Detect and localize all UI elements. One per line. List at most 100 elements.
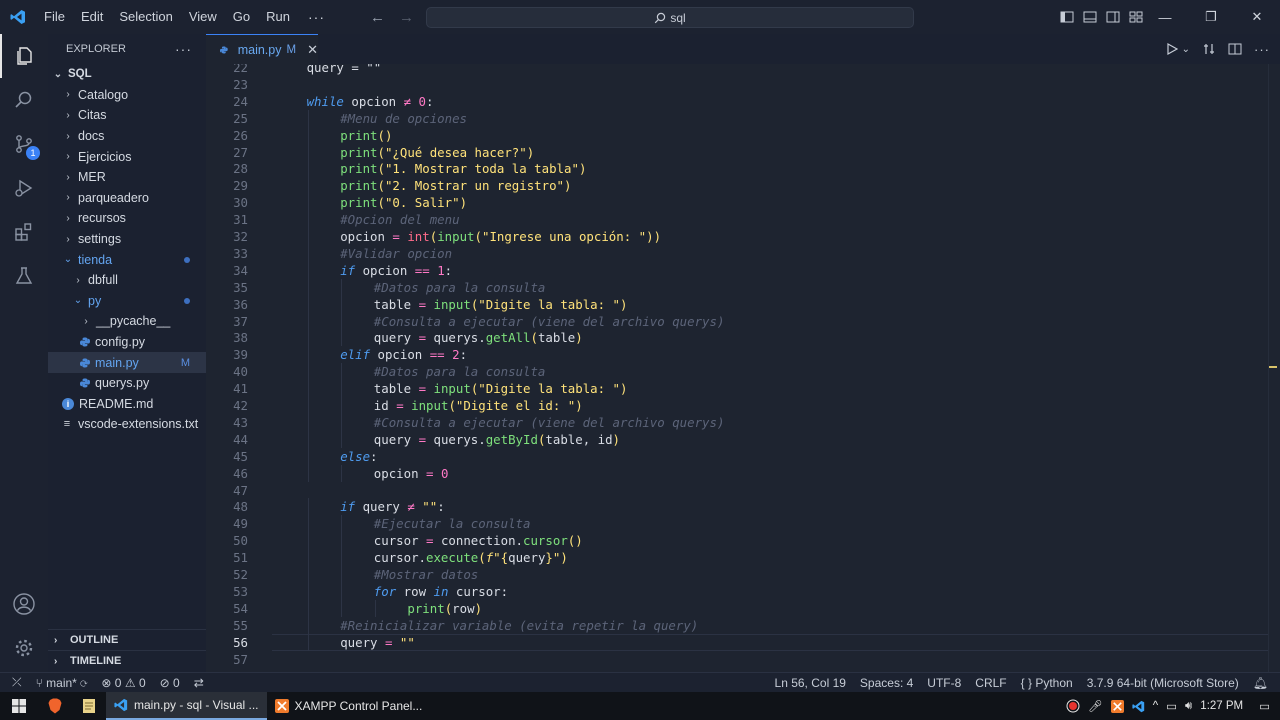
tree-item-settings[interactable]: › settings: [48, 229, 206, 250]
line-number[interactable]: 39: [206, 346, 248, 363]
line-number[interactable]: 35: [206, 279, 248, 296]
settings-gear-icon[interactable]: [0, 626, 48, 670]
line-number[interactable]: 24: [206, 93, 248, 110]
line-number[interactable]: 55: [206, 617, 248, 634]
line-number[interactable]: 30: [206, 194, 248, 211]
menu-selection[interactable]: Selection: [111, 0, 180, 34]
tab-main-py[interactable]: main.py M ✕: [206, 34, 318, 64]
search-icon[interactable]: [0, 78, 48, 122]
tree-item-config-py[interactable]: config.py: [48, 332, 206, 353]
tree-item-py[interactable]: ⌄ py: [48, 291, 206, 312]
clock[interactable]: 1:27 PM: [1200, 700, 1243, 712]
code-line[interactable]: 50 cursor = connection.cursor(): [206, 532, 1268, 550]
indentation[interactable]: Spaces: 4: [853, 676, 920, 690]
code-line[interactable]: 47: [206, 482, 1268, 499]
tree-item-querys-py[interactable]: querys.py: [48, 373, 206, 394]
line-number[interactable]: 50: [206, 532, 248, 549]
line-number[interactable]: 57: [206, 651, 248, 668]
tree-item-docs[interactable]: › docs: [48, 126, 206, 147]
remote-indicator-icon[interactable]: ⤫: [0, 675, 29, 690]
code-line[interactable]: 38 query = querys.getAll(table): [206, 329, 1268, 347]
language-mode[interactable]: { } Python: [1014, 676, 1080, 690]
tree-item-pycache[interactable]: › __pycache__: [48, 311, 206, 332]
ports-status[interactable]: ⊘ 0: [153, 676, 187, 690]
code-line[interactable]: 29 print("2. Mostrar un registro"): [206, 177, 1268, 195]
code-line[interactable]: 44 query = querys.getById(table, id): [206, 430, 1268, 448]
line-number[interactable]: 25: [206, 110, 248, 127]
code-line[interactable]: 52 #Mostrar datos: [206, 566, 1268, 583]
line-number[interactable]: 52: [206, 566, 248, 583]
testing-icon[interactable]: [0, 254, 48, 298]
code-line[interactable]: 26 print(): [206, 126, 1268, 144]
toggle-secondary-sidebar-icon[interactable]: [1106, 10, 1120, 24]
code-line[interactable]: 31 #Opcion del menu: [206, 211, 1268, 229]
windows-start-icon[interactable]: [0, 692, 38, 720]
tree-item-citas[interactable]: › Citas: [48, 105, 206, 126]
code-line[interactable]: 57: [206, 651, 1268, 668]
taskbar-app-vscode[interactable]: main.py - sql - Visual ...: [106, 692, 267, 720]
menu-more-button[interactable]: ···: [298, 9, 335, 25]
code-line[interactable]: 30 print("0. Salir"): [206, 194, 1268, 212]
notepad-icon[interactable]: [72, 692, 106, 720]
compare-changes-icon[interactable]: [1202, 42, 1216, 56]
git-branch-status[interactable]: ⑂ main* ⟳: [29, 676, 95, 690]
taskbar-app-xampp[interactable]: XAMPP Control Panel...: [267, 692, 431, 720]
line-number[interactable]: 28: [206, 160, 248, 177]
close-window-icon[interactable]: ✕: [1234, 0, 1280, 34]
tree-item-main-py[interactable]: main.py M: [48, 352, 206, 373]
microphone-icon[interactable]: 🎤︎: [1088, 699, 1103, 713]
line-number[interactable]: 27: [206, 144, 248, 161]
code-line[interactable]: 56 query = "": [206, 633, 1268, 651]
tree-item-catalogo[interactable]: › Catalogo: [48, 85, 206, 106]
run-file-icon[interactable]: [1166, 43, 1178, 55]
line-number[interactable]: 37: [206, 313, 248, 330]
extensions-icon[interactable]: [0, 210, 48, 254]
cursor-position[interactable]: Ln 56, Col 19: [768, 676, 853, 690]
code-line[interactable]: 34 if opcion == 1:: [206, 261, 1268, 279]
line-number[interactable]: 45: [206, 448, 248, 465]
line-number[interactable]: 31: [206, 211, 248, 228]
code-line[interactable]: 54 print(row): [206, 599, 1268, 617]
menu-file[interactable]: File: [36, 0, 73, 34]
account-icon[interactable]: [0, 582, 48, 626]
menu-edit[interactable]: Edit: [73, 0, 111, 34]
line-number[interactable]: 49: [206, 515, 248, 532]
vscode-tray-icon[interactable]: [1132, 700, 1145, 713]
code-line[interactable]: 49 #Ejecutar la consulta: [206, 515, 1268, 533]
problems-status[interactable]: ⊗ 0 ⚠ 0: [94, 676, 152, 690]
line-number[interactable]: 34: [206, 262, 248, 279]
line-number[interactable]: 33: [206, 245, 248, 262]
code-line[interactable]: 32 opcion = int(input("Ingrese una opción…: [206, 228, 1268, 245]
tree-item-ejercicios[interactable]: › Ejercicios: [48, 146, 206, 167]
code-editor[interactable]: 22 query = "" 23 24 while opcion ≠ 0: 25 #Menu…: [206, 64, 1268, 672]
live-share-icon[interactable]: ⇄: [187, 676, 211, 690]
line-number[interactable]: 43: [206, 414, 248, 431]
toggle-sidebar-icon[interactable]: [1060, 10, 1074, 24]
code-line[interactable]: 33 #Validar opcion: [206, 244, 1268, 262]
editor-scrollbar[interactable]: [1268, 64, 1280, 672]
tree-item-parqueadero[interactable]: › parqueadero: [48, 188, 206, 209]
back-arrow-icon[interactable]: ←: [370, 9, 385, 26]
menu-view[interactable]: View: [181, 0, 225, 34]
tree-item-recursos[interactable]: › recursos: [48, 208, 206, 229]
editor-more-icon[interactable]: ···: [1254, 42, 1270, 57]
code-line[interactable]: 27 print("¿Qué desea hacer?"): [206, 143, 1268, 161]
code-line[interactable]: 35 #Datos para la consulta: [206, 278, 1268, 296]
tree-item-tienda[interactable]: ⌄ tienda: [48, 249, 206, 270]
line-number[interactable]: 40: [206, 363, 248, 380]
line-number[interactable]: 54: [206, 600, 248, 617]
tray-overflow-icon[interactable]: ^: [1153, 700, 1158, 712]
record-icon[interactable]: [1066, 699, 1080, 713]
line-number[interactable]: 47: [206, 482, 248, 499]
volume-icon[interactable]: 🔊︎: [1185, 700, 1192, 713]
code-line[interactable]: 40 #Datos para la consulta: [206, 363, 1268, 381]
code-line[interactable]: 22 query = "": [206, 64, 1268, 76]
end-of-line[interactable]: CRLF: [968, 676, 1013, 690]
menu-go[interactable]: Go: [225, 0, 258, 34]
code-line[interactable]: 55 #Reinicializar variable (evita repetir…: [206, 616, 1268, 634]
tree-item-readme[interactable]: i README.md: [48, 394, 206, 415]
tree-item-mer[interactable]: › MER: [48, 167, 206, 188]
code-line[interactable]: 43 #Consulta a ejecutar (viene del archiv…: [206, 413, 1268, 431]
code-line[interactable]: 39 elif opcion == 2:: [206, 346, 1268, 364]
code-line[interactable]: 51 cursor.execute(f"{query}"): [206, 549, 1268, 567]
